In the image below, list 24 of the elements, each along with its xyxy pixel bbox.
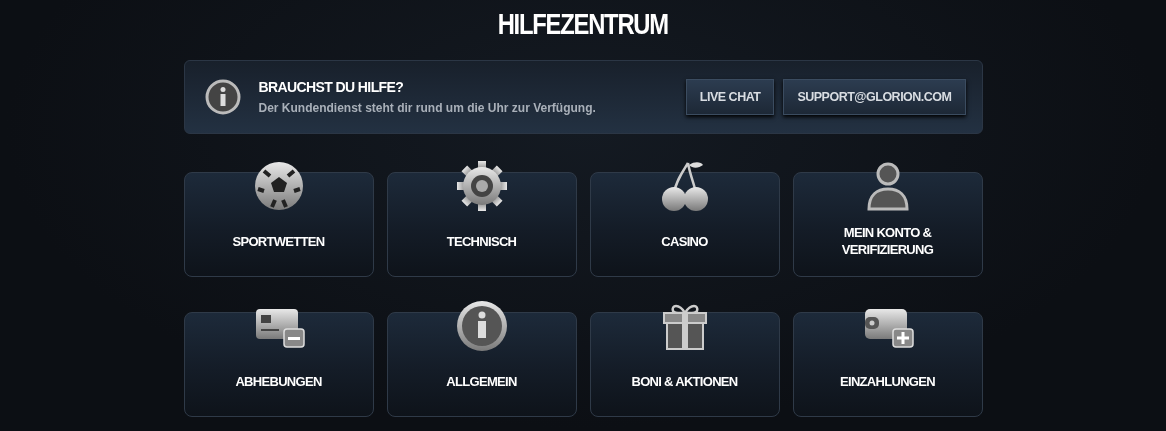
category-card[interactable]: EINZAHLUNGEN: [792, 312, 983, 417]
email-button[interactable]: SUPPORT@GLORION.COM: [783, 79, 966, 115]
category-label: MEIN KONTO & VERIFIZIERUNG: [840, 224, 935, 259]
category-label: ALLGEMEIN: [446, 372, 517, 391]
live-chat-button[interactable]: LIVE CHAT: [685, 79, 775, 115]
gear-icon: [454, 159, 509, 213]
category-label: CASINO: [661, 232, 708, 251]
info-icon: [204, 79, 241, 115]
banner-text: Der Kundendienst steht dir rund um die Uhr zur Verfügung.: [258, 101, 597, 115]
category-card[interactable]: SPORTWETTEN: [183, 172, 374, 277]
category-card[interactable]: MEIN KONTO & VERIFIZIERUNG: [792, 172, 983, 277]
category-label: EINZAHLUNGEN: [840, 372, 935, 391]
category-label: BONI & AKTIONEN: [631, 372, 738, 391]
category-card[interactable]: ABHEBUNGEN: [183, 312, 374, 417]
banner-heading: BRAUCHST DU HILFE?: [258, 79, 405, 95]
category-card[interactable]: TECHNISCH: [386, 172, 577, 277]
category-card[interactable]: ALLGEMEIN: [386, 312, 577, 417]
category-card[interactable]: BONI & AKTIONEN: [589, 312, 780, 417]
category-label: TECHNISCH: [446, 232, 517, 251]
page-title: HILFEZENTRUM: [497, 8, 669, 42]
info-icon: [454, 299, 509, 353]
category-label: ABHEBUNGEN: [235, 372, 322, 391]
category-label: SPORTWETTEN: [232, 232, 325, 251]
category-card[interactable]: CASINO: [589, 172, 780, 277]
